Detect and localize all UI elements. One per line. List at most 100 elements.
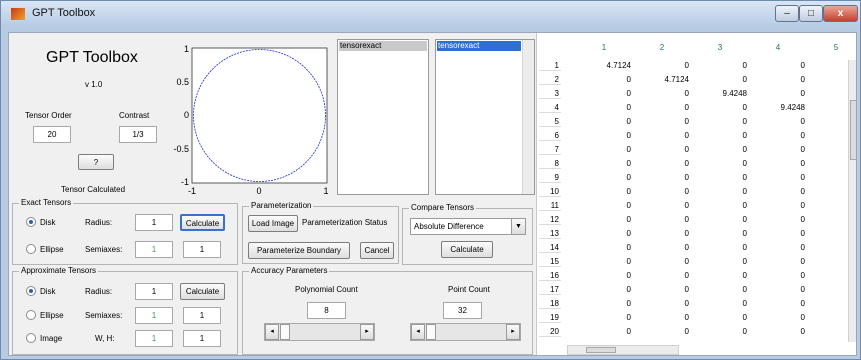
table-cell[interactable]: 0: [689, 312, 747, 323]
table-cell[interactable]: 0: [747, 256, 805, 267]
table-cell[interactable]: 0: [689, 144, 747, 155]
table-cell[interactable]: 0: [689, 284, 747, 295]
table-cell[interactable]: 0: [689, 298, 747, 309]
approx-radius-input[interactable]: 1: [135, 283, 173, 300]
point-count-slider[interactable]: ◂ ▸: [410, 323, 521, 341]
table-cell[interactable]: 0: [689, 214, 747, 225]
exact-ellipse-radio[interactable]: [26, 244, 36, 254]
table-cell[interactable]: 0: [747, 228, 805, 239]
table-cell[interactable]: 0: [631, 172, 689, 183]
table-cell[interactable]: 0: [631, 270, 689, 281]
approx-image-radio[interactable]: [26, 333, 36, 343]
exact-semiaxis-b-input[interactable]: 1: [183, 241, 221, 258]
scroll-thumb[interactable]: [850, 100, 856, 160]
table-cell[interactable]: 0: [689, 228, 747, 239]
table-cell[interactable]: 0: [689, 326, 747, 337]
table-vertical-scrollbar[interactable]: [848, 60, 856, 342]
table-cell[interactable]: 0: [631, 228, 689, 239]
chevron-right-icon[interactable]: ▸: [506, 324, 520, 340]
table-cell[interactable]: 0: [573, 200, 631, 211]
table-horizontal-scrollbar[interactable]: [567, 345, 679, 355]
table-cell[interactable]: 0: [573, 256, 631, 267]
table-cell[interactable]: 0: [573, 102, 631, 113]
chevron-down-icon[interactable]: ▼: [511, 219, 525, 234]
table-cell[interactable]: 0: [747, 116, 805, 127]
table-cell[interactable]: 0: [573, 228, 631, 239]
table-cell[interactable]: 0: [747, 312, 805, 323]
approx-calculate-button[interactable]: Calculate: [180, 283, 225, 300]
chevron-left-icon[interactable]: ◂: [411, 324, 425, 340]
table-cell[interactable]: 0: [573, 312, 631, 323]
table-cell[interactable]: 0: [573, 326, 631, 337]
slider-thumb[interactable]: [426, 324, 436, 340]
compare-calculate-button[interactable]: Calculate: [441, 241, 493, 258]
table-cell[interactable]: 0: [747, 186, 805, 197]
table-cell[interactable]: 0: [747, 158, 805, 169]
tensor-list-right[interactable]: tensorexact: [435, 39, 535, 195]
table-cell[interactable]: 0: [631, 214, 689, 225]
table-cell[interactable]: 0: [747, 130, 805, 141]
polynomial-count-input[interactable]: 8: [307, 302, 346, 319]
table-cell[interactable]: 0: [747, 144, 805, 155]
maximize-button[interactable]: □: [799, 5, 823, 22]
table-cell[interactable]: 0: [689, 270, 747, 281]
table-cell[interactable]: 0: [631, 312, 689, 323]
table-cell[interactable]: 0: [631, 186, 689, 197]
approx-height-input[interactable]: 1: [183, 330, 221, 347]
list-item[interactable]: tensorexact: [339, 41, 427, 51]
table-cell[interactable]: 0: [747, 88, 805, 99]
parameterize-boundary-button[interactable]: Parameterize Boundary: [248, 242, 350, 259]
table-cell[interactable]: 0: [689, 130, 747, 141]
table-cell[interactable]: 0: [689, 116, 747, 127]
exact-calculate-button[interactable]: Calculate: [180, 214, 225, 231]
list-scrollbar[interactable]: [522, 40, 534, 194]
table-cell[interactable]: 0: [689, 200, 747, 211]
table-cell[interactable]: 0: [689, 102, 747, 113]
table-cell[interactable]: 0: [747, 214, 805, 225]
table-cell[interactable]: 0: [747, 270, 805, 281]
contrast-input[interactable]: 1/3: [119, 126, 157, 143]
point-count-input[interactable]: 32: [443, 302, 482, 319]
table-cell[interactable]: 0: [631, 256, 689, 267]
table-cell[interactable]: 0: [573, 298, 631, 309]
minimize-button[interactable]: –: [775, 5, 799, 22]
table-cell[interactable]: 0: [631, 158, 689, 169]
table-cell[interactable]: 0: [631, 200, 689, 211]
slider-thumb[interactable]: [280, 324, 290, 340]
table-cell[interactable]: 0: [689, 242, 747, 253]
load-image-button[interactable]: Load Image: [248, 215, 298, 232]
table-cell[interactable]: 0: [747, 284, 805, 295]
table-cell[interactable]: 0: [689, 186, 747, 197]
table-cell[interactable]: 0: [573, 158, 631, 169]
help-button[interactable]: ?: [78, 154, 114, 170]
table-cell[interactable]: 0: [573, 186, 631, 197]
table-cell[interactable]: 0: [631, 130, 689, 141]
table-cell[interactable]: 0: [573, 214, 631, 225]
table-cell[interactable]: 0: [747, 60, 805, 71]
table-cell[interactable]: 0: [747, 200, 805, 211]
cancel-button[interactable]: Cancel: [360, 242, 394, 259]
polynomial-count-slider[interactable]: ◂ ▸: [264, 323, 375, 341]
table-cell[interactable]: 0: [573, 74, 631, 85]
table-cell[interactable]: 0: [573, 284, 631, 295]
table-cell[interactable]: 0: [631, 144, 689, 155]
table-cell[interactable]: 0: [631, 116, 689, 127]
tensor-order-input[interactable]: 20: [33, 126, 71, 143]
table-cell[interactable]: 9.4248: [689, 88, 747, 99]
table-cell[interactable]: 0: [747, 74, 805, 85]
approx-disk-radio[interactable]: [26, 286, 36, 296]
table-cell[interactable]: 0: [631, 284, 689, 295]
exact-radius-input[interactable]: 1: [135, 214, 173, 231]
table-cell[interactable]: 0: [573, 270, 631, 281]
table-cell[interactable]: 0: [747, 172, 805, 183]
list-item[interactable]: tensorexact: [437, 41, 521, 51]
compare-method-select[interactable]: Absolute Difference ▼: [410, 218, 526, 235]
table-cell[interactable]: 0: [689, 256, 747, 267]
table-cell[interactable]: 0: [631, 88, 689, 99]
exact-semiaxis-a-input[interactable]: 1: [135, 241, 173, 258]
table-cell[interactable]: 0: [573, 88, 631, 99]
table-cell[interactable]: 4.7124: [631, 74, 689, 85]
table-cell[interactable]: 0: [573, 242, 631, 253]
table-cell[interactable]: 0: [747, 298, 805, 309]
table-cell[interactable]: 0: [631, 326, 689, 337]
